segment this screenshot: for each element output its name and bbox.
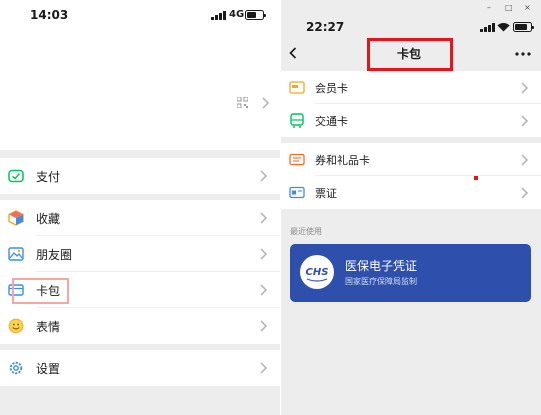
chevron-right-icon [521,154,529,166]
chevron-right-icon [521,82,529,94]
card-item-label: 交通卡 [315,115,348,128]
transit-card-icon [290,113,304,128]
coupon-icon [289,153,305,166]
card-item-label: 会员卡 [315,82,348,95]
chevron-right-icon [260,248,268,260]
chs-logo: CHS [300,255,334,289]
back-arrow-icon[interactable] [289,47,297,59]
more-options-icon[interactable] [515,52,531,56]
card-item-transit[interactable]: 交通卡 [281,104,541,137]
payment-icon [8,169,24,183]
status-time: 22:27 [306,20,345,34]
chevron-right-icon [521,187,529,199]
card-item-label: 券和礼品卡 [315,154,370,167]
minimize-button[interactable]: – [487,3,491,12]
highlight-box-card-wallet [12,278,69,304]
logo-text: CHS [306,267,329,278]
moments-icon [8,247,24,261]
chevron-right-icon [260,320,268,332]
chevron-right-icon [521,115,529,127]
card-title: 医保电子凭证 [345,259,418,273]
left-phone-me-page: 14:03 4G 支付 收藏 朋友圈 卡包 表情 设置 [0,0,280,415]
recent-section-label: 最近使用 [290,227,322,236]
page-bottom-area [0,386,280,415]
chevron-right-icon [260,170,268,182]
close-button[interactable]: × [524,3,531,12]
card-item-label: 票证 [315,187,337,200]
card-item-tickets[interactable]: 票证 [281,176,541,209]
qr-code-icon[interactable] [237,97,248,108]
ticket-icon [289,186,305,199]
menu-item-pay[interactable]: 支付 [0,158,280,194]
card-subtitle: 国家医疗保障局监制 [345,277,417,286]
annotation-dot [474,176,478,180]
right-phone-card-wallet-page: – □ × 22:27 卡包 会员卡 交通卡 券和礼品卡 票证 最近使用 CHS… [281,0,541,415]
chevron-right-icon [260,284,268,296]
section-divider [0,150,280,158]
status-bar: 14:03 4G [0,0,280,28]
menu-item-label: 表情 [36,320,61,334]
card-item-membership[interactable]: 会员卡 [281,71,541,104]
membership-card-icon [289,81,305,94]
status-time: 14:03 [30,8,69,22]
wifi-icon [497,23,510,32]
menu-item-label: 收藏 [36,212,61,226]
menu-item-moments[interactable]: 朋友圈 [0,236,280,272]
maximize-button[interactable]: □ [505,3,513,12]
recent-card-medical-insurance[interactable]: CHS 医保电子凭证 国家医疗保障局监制 [290,244,531,302]
menu-item-label: 朋友圈 [36,248,73,262]
battery-icon [513,22,534,32]
signal-icon [211,11,227,20]
signal-icon [480,23,496,32]
menu-item-settings[interactable]: 设置 [0,350,280,386]
settings-icon [9,361,23,375]
chevron-right-icon [260,362,268,374]
menu-item-label: 设置 [36,362,61,376]
stickers-icon [8,318,24,334]
battery-icon [245,10,266,20]
chevron-right-icon[interactable] [261,97,270,109]
highlight-box-title [367,38,453,71]
menu-item-stickers[interactable]: 表情 [0,308,280,344]
menu-item-favorites[interactable]: 收藏 [0,200,280,236]
chevron-right-icon [260,212,268,224]
favorites-icon [8,210,24,226]
card-item-coupons[interactable]: 券和礼品卡 [281,143,541,176]
network-label: 4G [229,9,245,20]
menu-item-label: 支付 [36,170,61,184]
